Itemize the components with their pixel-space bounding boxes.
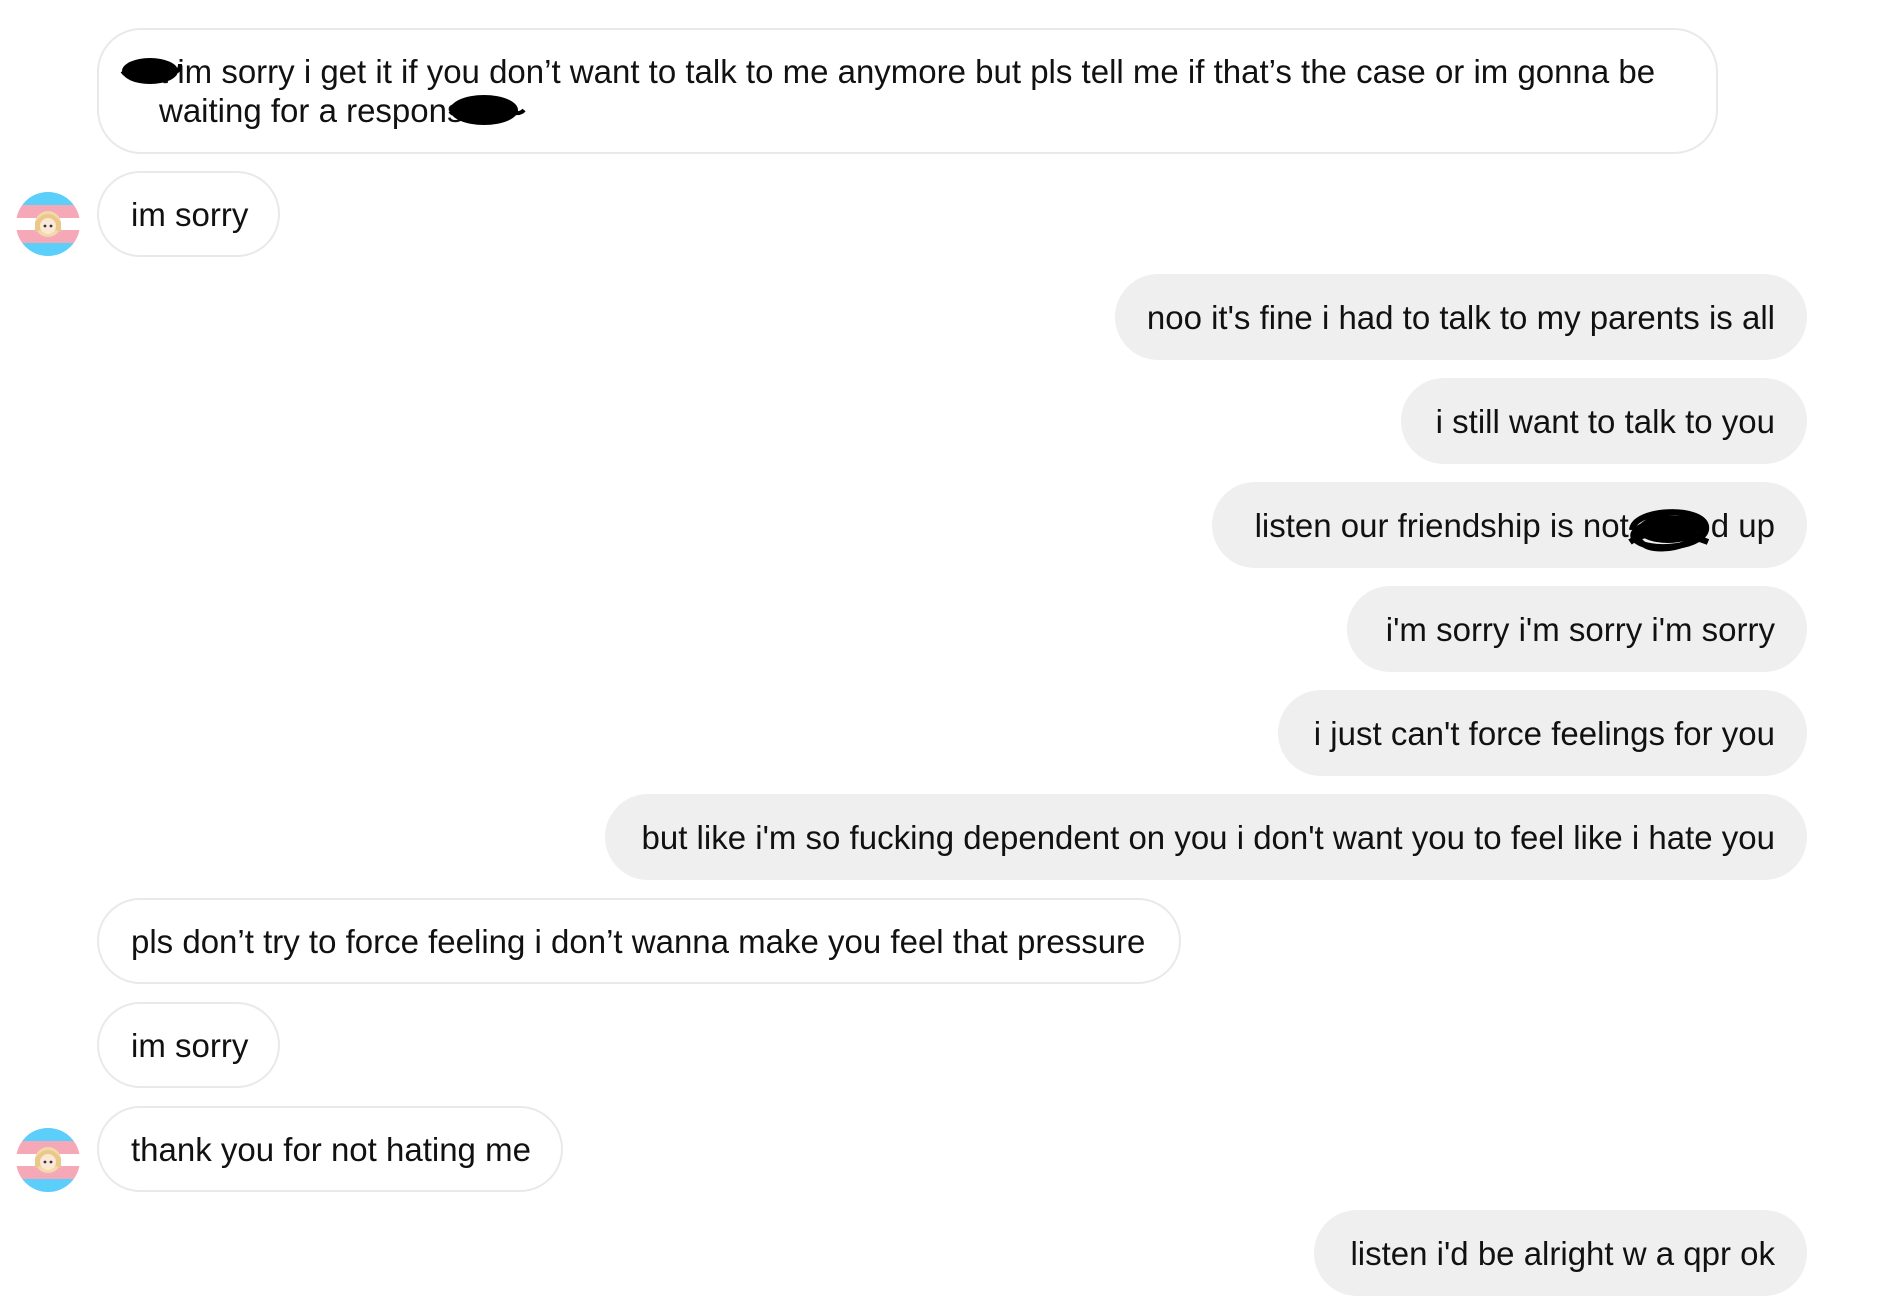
message-text: im sorry bbox=[131, 1026, 249, 1064]
message-bubble-outgoing[interactable]: i just can't force feelings for you bbox=[1278, 690, 1807, 776]
message-bubble-incoming[interactable]: thank you for not hating me bbox=[97, 1106, 563, 1192]
message-text: but like i'm so fucking dependent on you… bbox=[641, 818, 1775, 856]
message-bubble-outgoing[interactable]: i'm sorry i'm sorry i'm sorry bbox=[1347, 586, 1807, 672]
message-text: pls don’t try to force feeling i don’t w… bbox=[131, 922, 1146, 960]
message-text: i'm sorry i'm sorry i'm sorry bbox=[1385, 610, 1775, 648]
message-text: i just can't force feelings for you bbox=[1313, 714, 1775, 752]
message-bubble-outgoing[interactable]: but like i'm so fucking dependent on you… bbox=[605, 794, 1807, 880]
trans-flag-avatar-icon[interactable] bbox=[16, 192, 80, 256]
message-bubble-incoming[interactable]: im sorry bbox=[97, 1002, 280, 1088]
message-text-end: d up bbox=[1710, 506, 1775, 544]
message-bubble-incoming[interactable]: im sorry bbox=[97, 171, 280, 257]
message-text: i still want to talk to you bbox=[1435, 402, 1775, 440]
message-text: listen i'd be alright w a qpr ok bbox=[1350, 1234, 1775, 1272]
message-text: listen our friendship is not bbox=[1254, 506, 1629, 544]
message-bubble-outgoing[interactable]: i still want to talk to you bbox=[1401, 378, 1807, 464]
trans-flag-avatar-icon[interactable] bbox=[16, 1128, 80, 1192]
message-text: im sorry bbox=[131, 195, 249, 233]
message-bubble-outgoing[interactable]: noo it's fine i had to talk to my parent… bbox=[1115, 274, 1807, 360]
message-bubble-outgoing[interactable]: listen our friendship is not d up bbox=[1212, 482, 1807, 568]
message-bubble-incoming[interactable]: t im sorry i get it if you don’t want to… bbox=[97, 28, 1718, 154]
message-text: t im sorry i get it if you don’t want to… bbox=[159, 53, 1656, 129]
message-bubble-incoming[interactable]: pls don’t try to force feeling i don’t w… bbox=[97, 898, 1181, 984]
message-bubble-outgoing[interactable]: listen i'd be alright w a qpr ok bbox=[1314, 1210, 1807, 1296]
message-text: noo it's fine i had to talk to my parent… bbox=[1146, 298, 1775, 336]
message-text: thank you for not hating me bbox=[131, 1130, 531, 1168]
